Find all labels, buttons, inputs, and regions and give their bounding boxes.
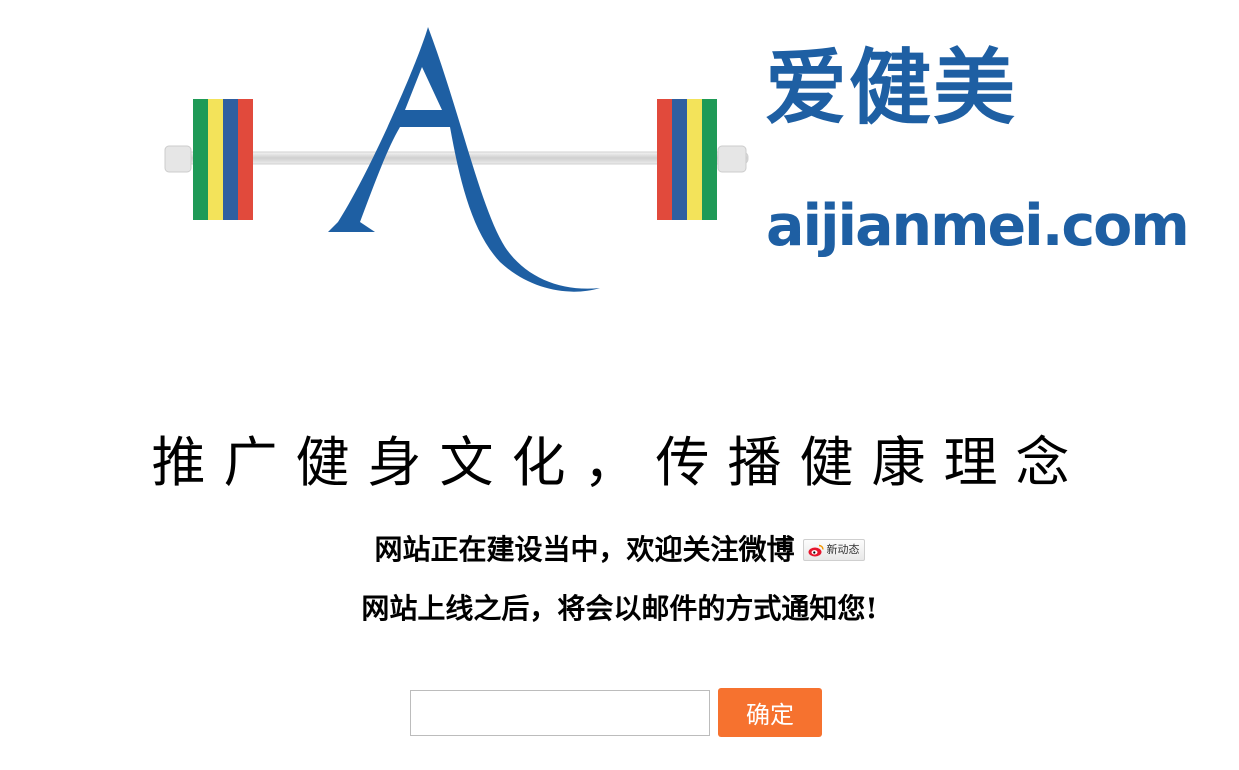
brand-name-cn: 爱健美: [765, 41, 1018, 136]
weibo-follow-button[interactable]: 新动态: [802, 539, 865, 561]
barbell-logo-icon: [164, 27, 749, 292]
email-input[interactable]: [410, 689, 710, 736]
notify-text: 网站上线之后，将会以邮件的方式通知您!: [361, 592, 878, 625]
site-header: 爱健美 aijianmei.com: [0, 0, 1239, 310]
page-slogan: 推广健身文化，传播健康理念: [151, 431, 1088, 494]
weibo-icon: [808, 544, 824, 556]
brand-domain: aijianmei.com: [766, 193, 1190, 259]
submit-button[interactable]: 确定: [718, 688, 822, 737]
subscribe-form: 确定: [410, 688, 822, 737]
weibo-button-label: 新动态: [826, 543, 860, 556]
construction-text: 网站正在建设当中，欢迎关注微博: [374, 533, 795, 566]
construction-notice: 网站正在建设当中，欢迎关注微博 新动态: [0, 530, 1239, 570]
